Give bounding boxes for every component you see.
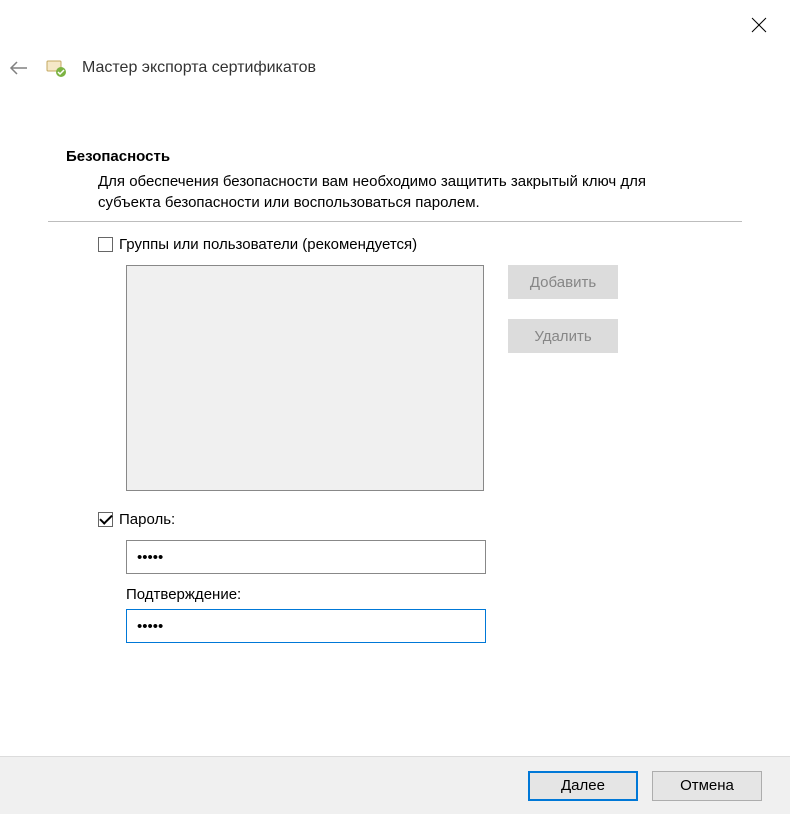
- password-section: Пароль: Подтверждение:: [98, 511, 742, 643]
- confirm-password-label: Подтверждение:: [126, 586, 742, 603]
- section-divider: [48, 221, 742, 222]
- wizard-header: Мастер экспорта сертификатов: [8, 56, 316, 80]
- content-area: Безопасность Для обеспечения безопасност…: [48, 148, 742, 643]
- wizard-title: Мастер экспорта сертификатов: [82, 59, 316, 77]
- remove-button: Удалить: [508, 319, 618, 353]
- password-checkbox[interactable]: [98, 512, 113, 527]
- security-section-description: Для обеспечения безопасности вам необход…: [98, 171, 702, 213]
- groups-checkbox[interactable]: [98, 237, 113, 252]
- close-button[interactable]: [748, 14, 770, 36]
- groups-checkbox-row: Группы или пользователи (рекомендуется): [98, 236, 742, 253]
- cancel-button[interactable]: Отмена: [652, 771, 762, 801]
- groups-checkbox-label: Группы или пользователи (рекомендуется): [119, 236, 417, 253]
- password-input[interactable]: [126, 540, 486, 574]
- groups-area: Добавить Удалить: [126, 265, 742, 491]
- add-button: Добавить: [508, 265, 618, 299]
- confirm-password-input[interactable]: [126, 609, 486, 643]
- password-checkbox-label: Пароль:: [119, 511, 175, 528]
- footer-bar: Далее Отмена: [0, 756, 790, 814]
- certificate-wizard-icon: [44, 56, 68, 80]
- back-button[interactable]: [8, 57, 30, 79]
- password-checkbox-row: Пароль:: [98, 511, 742, 528]
- close-icon: [751, 17, 767, 33]
- back-arrow-icon: [9, 61, 29, 75]
- next-button[interactable]: Далее: [528, 771, 638, 801]
- groups-buttons: Добавить Удалить: [508, 265, 618, 491]
- security-section-title: Безопасность: [66, 148, 742, 165]
- groups-listbox[interactable]: [126, 265, 484, 491]
